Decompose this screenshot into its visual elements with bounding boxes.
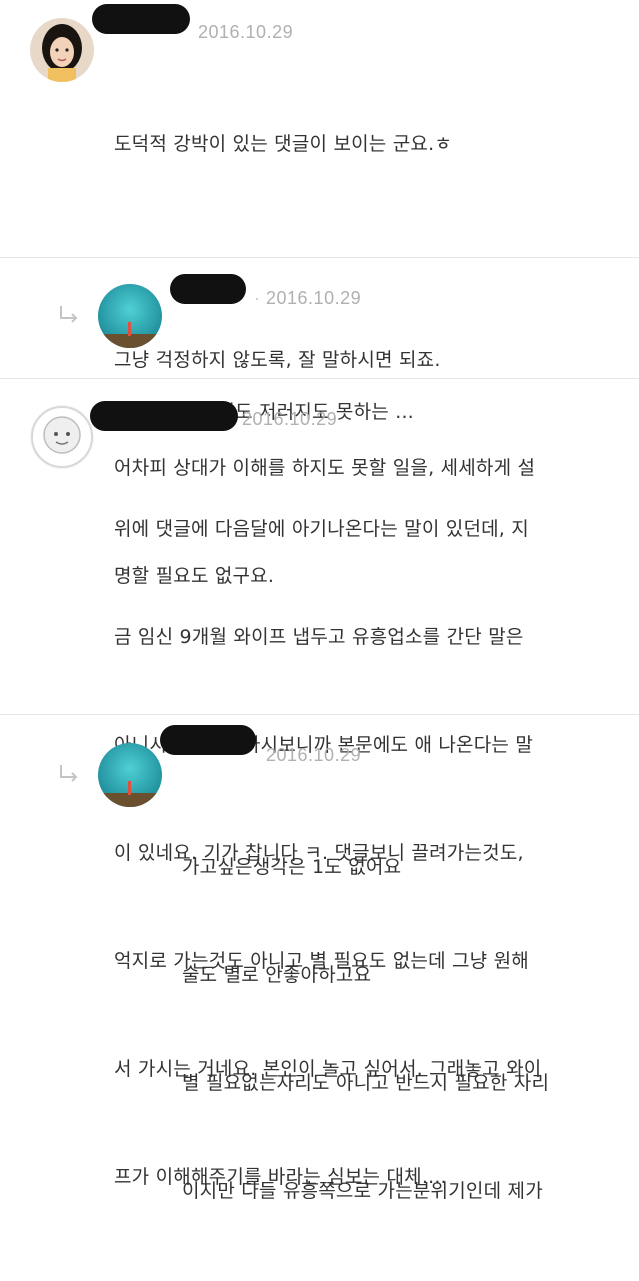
comment-line: 금 임신 9개월 와이프 냅두고 유흥업소를 간단 말은: [114, 626, 524, 648]
comment-divider: [0, 378, 639, 379]
comment-divider: [0, 257, 639, 258]
comment-divider: [0, 714, 639, 715]
avatar[interactable]: [30, 18, 94, 82]
comment-line: 가고싶은생각은 1도 없어요: [182, 856, 402, 878]
avatar-photo-icon: [30, 18, 94, 82]
comment-date: 2016.10.29: [198, 22, 294, 42]
avatar[interactable]: [30, 405, 94, 469]
comment-line: 술도 별로 안좋아하고요: [182, 964, 372, 986]
reply-arrow-icon: [60, 306, 78, 323]
comment-text: 가고싶은생각은 1도 없어요 술도 별로 안좋아하고요 별 필요없는자리도 아니…: [182, 777, 622, 1281]
redacted-username: [92, 4, 190, 34]
comment-line: 위에 댓글에 다음달에 아기나온다는 말이 있던데, 지: [114, 518, 529, 540]
comment-line: [114, 234, 624, 270]
redacted-username: [160, 725, 256, 755]
comment-line: 별 필요없는자리도 아니고 반드시 필요한 자리: [182, 1072, 550, 1094]
redacted-username: [90, 401, 238, 431]
comment-line: 도덕적 강박이 있는 댓글이 보이는 군요.ㅎ: [114, 133, 452, 155]
avatar-photo-icon: [98, 284, 162, 348]
date-text: 2016.10.29: [266, 288, 362, 308]
comment-date: · 2016.10.29: [254, 288, 362, 308]
comment-date: 2016.10.29: [242, 409, 338, 429]
redacted-username: [170, 274, 246, 304]
reply-arrow-icon: [60, 765, 78, 782]
avatar[interactable]: [98, 743, 162, 807]
comment-line: 이지만 다들 유흥쪽으로 가는분위기인데 제가: [182, 1180, 543, 1202]
avatar-default-icon: [30, 405, 94, 469]
avatar-photo-icon: [98, 743, 162, 807]
comment-date: 2016.10.29: [266, 745, 362, 765]
avatar[interactable]: [98, 284, 162, 348]
